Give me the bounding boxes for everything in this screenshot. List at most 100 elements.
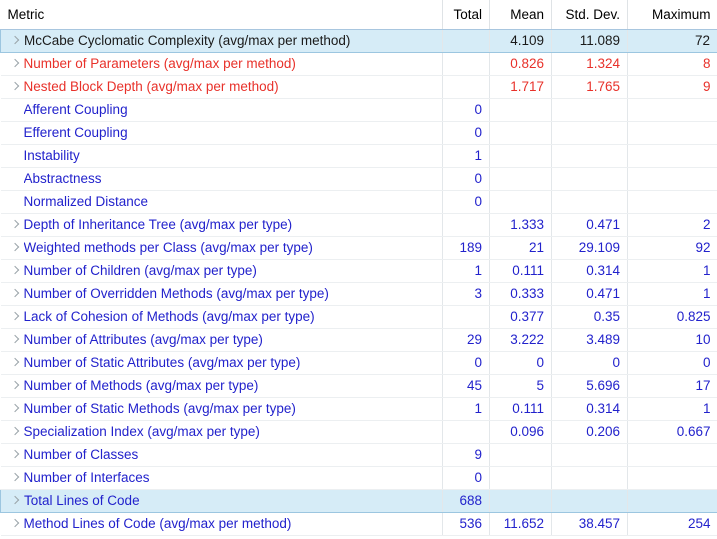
metric-label-wrap: Lack of Cohesion of Methods (avg/max per…: [1, 306, 442, 328]
cell-metric[interactable]: Number of Children (avg/max per type): [0, 259, 443, 283]
table-row[interactable]: Method Lines of Code (avg/max per method…: [0, 512, 717, 536]
cell-metric[interactable]: McCabe Cyclomatic Complexity (avg/max pe…: [0, 28, 443, 53]
metrics-tree-table[interactable]: Metric Total Mean Std. Dev. Maximum McCa…: [0, 0, 717, 539]
cell-metric[interactable]: Number of Parameters (avg/max per method…: [0, 52, 443, 76]
cell-mean: 1.717: [489, 75, 552, 99]
cell-std-dev: [551, 144, 628, 168]
cell-std-dev: [551, 190, 628, 214]
chevron-right-icon[interactable]: [8, 471, 21, 484]
metric-label: Nested Block Depth (avg/max per method): [23, 78, 279, 94]
table-row[interactable]: Abstractness 0: [0, 167, 717, 191]
table-row[interactable]: Number of Static Methods (avg/max per ty…: [0, 397, 717, 421]
cell-total: 0: [442, 167, 490, 191]
column-header-total[interactable]: Total: [442, 0, 490, 30]
cell-metric[interactable]: Method Lines of Code (avg/max per method…: [0, 512, 443, 536]
chevron-right-icon[interactable]: [8, 57, 21, 70]
table-row[interactable]: Total Lines of Code 688: [0, 488, 717, 513]
table-row[interactable]: Nested Block Depth (avg/max per method) 1…: [0, 75, 717, 99]
metric-label-wrap: Efferent Coupling: [1, 122, 442, 144]
chevron-right-icon[interactable]: [8, 494, 21, 507]
table-row[interactable]: Weighted methods per Class (avg/max per …: [0, 236, 717, 260]
table-row[interactable]: Number of Static Attributes (avg/max per…: [0, 351, 717, 375]
chevron-right-icon[interactable]: [8, 287, 21, 300]
metric-label-wrap: Instability: [1, 145, 442, 167]
table-header-row: Metric Total Mean Std. Dev. Maximum: [0, 0, 717, 30]
chevron-right-icon[interactable]: [8, 356, 21, 369]
cell-total: 0: [442, 351, 490, 375]
table-row[interactable]: McCabe Cyclomatic Complexity (avg/max pe…: [0, 28, 717, 53]
metric-label-wrap: Number of Children (avg/max per type): [1, 260, 442, 282]
cell-metric[interactable]: Normalized Distance: [0, 190, 443, 214]
cell-maximum: 0.825: [627, 305, 717, 329]
table-row[interactable]: Normalized Distance 0: [0, 190, 717, 214]
table-row[interactable]: Efferent Coupling 0: [0, 121, 717, 145]
cell-std-dev: 38.457: [551, 512, 628, 536]
chevron-right-icon[interactable]: [8, 517, 21, 530]
cell-maximum: 8: [627, 52, 717, 76]
table-row[interactable]: Lack of Cohesion of Methods (avg/max per…: [0, 305, 717, 329]
table-row[interactable]: Number of Interfaces 0: [0, 466, 717, 490]
cell-metric[interactable]: Number of Static Methods (avg/max per ty…: [0, 397, 443, 421]
cell-maximum: 2: [627, 213, 717, 237]
cell-mean: 0.111: [489, 259, 552, 283]
table-row[interactable]: Instability 1: [0, 144, 717, 168]
chevron-right-icon[interactable]: [8, 402, 21, 415]
table-row[interactable]: Number of Classes 9: [0, 443, 717, 467]
cell-maximum: [627, 443, 717, 467]
chevron-right-icon[interactable]: [8, 241, 21, 254]
chevron-right-icon[interactable]: [8, 425, 21, 438]
metric-label-wrap: Specialization Index (avg/max per type): [1, 421, 442, 443]
table-row[interactable]: Number of Children (avg/max per type) 1 0.…: [0, 259, 717, 283]
cell-metric[interactable]: Number of Overridden Methods (avg/max pe…: [0, 282, 443, 306]
cell-metric[interactable]: Number of Methods (avg/max per type): [0, 374, 443, 398]
cell-metric[interactable]: Specialization Index (avg/max per type): [0, 420, 443, 444]
table-body: McCabe Cyclomatic Complexity (avg/max pe…: [0, 28, 717, 536]
column-header-std-dev[interactable]: Std. Dev.: [551, 0, 628, 30]
cell-metric[interactable]: Abstractness: [0, 167, 443, 191]
column-header-maximum[interactable]: Maximum: [627, 0, 717, 30]
column-header-mean[interactable]: Mean: [489, 0, 552, 30]
chevron-right-icon[interactable]: [8, 218, 21, 231]
table-row[interactable]: Number of Parameters (avg/max per method…: [0, 52, 717, 76]
cell-mean: 0.826: [489, 52, 552, 76]
chevron-right-icon[interactable]: [8, 264, 21, 277]
cell-metric[interactable]: Weighted methods per Class (avg/max per …: [0, 236, 443, 260]
metric-label: Number of Children (avg/max per type): [23, 262, 257, 278]
table-row[interactable]: Specialization Index (avg/max per type) 0…: [0, 420, 717, 444]
chevron-right-icon[interactable]: [8, 310, 21, 323]
cell-metric[interactable]: Number of Attributes (avg/max per type): [0, 328, 443, 352]
cell-maximum: 1: [627, 259, 717, 283]
chevron-right-icon[interactable]: [8, 333, 21, 346]
table-row[interactable]: Number of Methods (avg/max per type) 45 5 5…: [0, 374, 717, 398]
metric-label-wrap: Number of Overridden Methods (avg/max pe…: [1, 283, 442, 305]
metric-label-wrap: Number of Interfaces: [1, 467, 442, 489]
cell-metric[interactable]: Nested Block Depth (avg/max per method): [0, 75, 443, 99]
table-row[interactable]: Afferent Coupling 0: [0, 98, 717, 122]
metric-label-wrap: Afferent Coupling: [1, 99, 442, 121]
table-row[interactable]: Number of Overridden Methods (avg/max pe…: [0, 282, 717, 306]
cell-total: 0: [442, 466, 490, 490]
table-row[interactable]: Depth of Inheritance Tree (avg/max per t…: [0, 213, 717, 237]
cell-metric[interactable]: Number of Classes: [0, 443, 443, 467]
chevron-right-icon[interactable]: [8, 379, 21, 392]
cell-total: 45: [442, 374, 490, 398]
column-header-metric[interactable]: Metric: [0, 0, 443, 30]
cell-metric[interactable]: Number of Interfaces: [0, 466, 443, 490]
metric-label-wrap: Abstractness: [1, 168, 442, 190]
cell-metric[interactable]: Lack of Cohesion of Methods (avg/max per…: [0, 305, 443, 329]
cell-total: 1: [442, 397, 490, 421]
chevron-right-icon[interactable]: [8, 80, 21, 93]
cell-maximum: 9: [627, 75, 717, 99]
cell-std-dev: 1.765: [551, 75, 628, 99]
cell-total: 0: [442, 121, 490, 145]
cell-metric[interactable]: Instability: [0, 144, 443, 168]
cell-metric[interactable]: Total Lines of Code: [0, 488, 443, 513]
cell-metric[interactable]: Depth of Inheritance Tree (avg/max per t…: [0, 213, 443, 237]
chevron-right-icon[interactable]: [8, 448, 21, 461]
chevron-right-icon[interactable]: [8, 34, 21, 47]
table-row[interactable]: Number of Attributes (avg/max per type) 2…: [0, 328, 717, 352]
cell-metric[interactable]: Efferent Coupling: [0, 121, 443, 145]
cell-metric[interactable]: Afferent Coupling: [0, 98, 443, 122]
cell-metric[interactable]: Number of Static Attributes (avg/max per…: [0, 351, 443, 375]
